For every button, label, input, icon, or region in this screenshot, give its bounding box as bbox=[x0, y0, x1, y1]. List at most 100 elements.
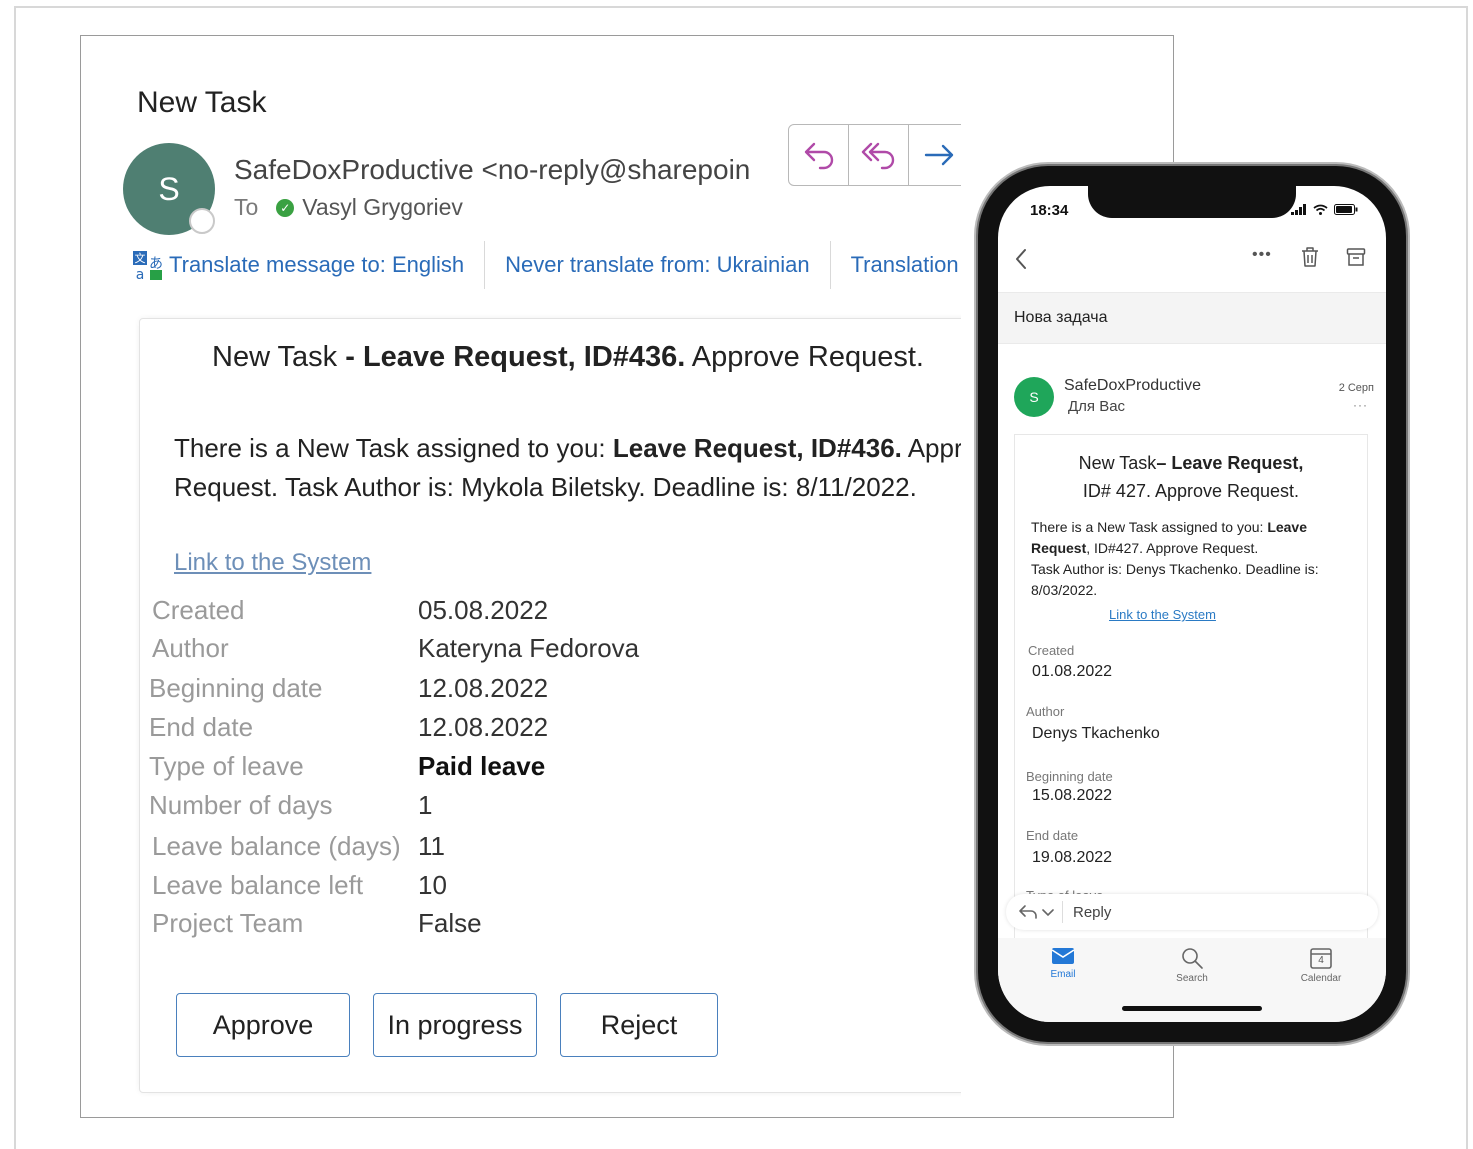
status-time: 18:34 bbox=[1030, 202, 1069, 219]
link-to-system[interactable]: Link to the System bbox=[174, 549, 371, 577]
calendar-day-number: 4 bbox=[1318, 955, 1324, 966]
detail-label: Leave balance left bbox=[152, 870, 364, 900]
status-icons bbox=[1291, 204, 1358, 215]
battery-icon bbox=[1334, 204, 1358, 215]
reply-all-button[interactable] bbox=[849, 125, 909, 185]
phone-body-bold-2: Request bbox=[1031, 540, 1087, 556]
home-indicator bbox=[1122, 1006, 1262, 1011]
reply-button[interactable] bbox=[789, 125, 849, 185]
title-plain: New Task bbox=[212, 341, 346, 373]
body-line-2: Request. Task Author is: Mykola Biletsky… bbox=[174, 472, 917, 502]
reply-all-icon bbox=[861, 142, 894, 170]
mail-icon bbox=[1051, 948, 1075, 964]
phone-sender-name[interactable]: SafeDoxProductive bbox=[1064, 377, 1201, 395]
email-subject: New Task bbox=[137, 86, 267, 119]
detail-value: 1 bbox=[418, 790, 433, 820]
phone-body-line-3: Task Author is: Denys Tkachenko. Deadlin… bbox=[1031, 561, 1319, 577]
detail-value: False bbox=[418, 908, 482, 938]
detail-label: Type of leave bbox=[149, 751, 304, 781]
detail-label: End date bbox=[149, 712, 254, 742]
detail-label: Leave balance (days) bbox=[152, 831, 401, 861]
phone-title-plain: New Task bbox=[1078, 453, 1157, 473]
never-translate-link[interactable]: Never translate from: Ukrainian bbox=[485, 241, 831, 289]
svg-text:文: 文 bbox=[135, 251, 146, 265]
phone-date: 2 Серп bbox=[1338, 382, 1374, 394]
reply-options[interactable] bbox=[1018, 901, 1063, 923]
phone-task-card: New Task– Leave Request, ID# 427. Approv… bbox=[1014, 434, 1368, 954]
detail-value: Paid leave bbox=[418, 751, 546, 781]
phone-field-label-beginning: Beginning date bbox=[1026, 769, 1113, 784]
tab-search[interactable]: Search bbox=[1147, 946, 1237, 984]
detail-label: Author bbox=[152, 633, 229, 663]
trash-icon[interactable] bbox=[1300, 246, 1320, 268]
sender-name[interactable]: SafeDoxProductive <no-reply@sharepoin bbox=[234, 154, 750, 186]
forward-button[interactable] bbox=[909, 125, 961, 185]
approve-button[interactable]: Approve bbox=[176, 993, 350, 1057]
phone-toolbar: ••• bbox=[998, 240, 1386, 280]
phone-subject: Нова задача bbox=[1014, 309, 1108, 326]
reject-button[interactable]: Reject bbox=[560, 993, 718, 1057]
translate-bar: 文 a あ Translate message to: English Neve… bbox=[121, 241, 961, 289]
wifi-icon bbox=[1313, 204, 1328, 215]
recipient-line: To ✓ Vasyl Grygoriev bbox=[234, 194, 463, 221]
detail-label: Number of days bbox=[149, 790, 333, 820]
phone-avatar-initial: S bbox=[1029, 389, 1039, 405]
recipient-name[interactable]: Vasyl Grygoriev bbox=[302, 194, 463, 221]
message-actions bbox=[788, 124, 961, 186]
phone-field-value-author: Denys Tkachenko bbox=[1032, 725, 1160, 742]
tab-search-label: Search bbox=[1176, 973, 1208, 984]
translate-message-link[interactable]: 文 a あ Translate message to: English bbox=[121, 241, 486, 289]
svg-text:a: a bbox=[136, 267, 145, 282]
detail-label: Created bbox=[152, 595, 245, 625]
phone-sender-avatar[interactable]: S bbox=[1014, 377, 1054, 417]
more-options-icon[interactable]: ••• bbox=[1252, 246, 1272, 264]
phone-reply-label: Reply bbox=[1073, 903, 1112, 921]
phone-message-more-icon[interactable]: ··· bbox=[1353, 398, 1368, 412]
archive-icon[interactable] bbox=[1346, 246, 1366, 268]
detail-label: Project Team bbox=[152, 908, 304, 938]
translation-preferences-link[interactable]: Translation bbox=[831, 241, 961, 289]
tab-email[interactable]: Email bbox=[1018, 946, 1108, 980]
avatar-initial: S bbox=[158, 170, 180, 207]
reply-icon bbox=[804, 142, 833, 170]
phone-title-bold: – Leave Request, bbox=[1156, 453, 1304, 473]
phone-body-line-2: Request, ID#427. Approve Request. bbox=[1031, 538, 1351, 559]
tab-calendar-label: Calendar bbox=[1300, 973, 1342, 984]
title-bold: - Leave Request, ID#436. bbox=[345, 341, 686, 373]
tab-email-label: Email bbox=[1050, 969, 1076, 980]
phone-subject-bar: Нова задача bbox=[998, 292, 1386, 344]
phone-body-bold-1: Leave bbox=[1267, 519, 1308, 535]
task-card-title: New Task - Leave Request, ID#436. Approv… bbox=[212, 341, 924, 374]
detail-value: Kateryna Fedorova bbox=[418, 633, 640, 663]
detail-label: Beginning date bbox=[149, 673, 323, 703]
tab-calendar[interactable]: 4 Calendar bbox=[1276, 946, 1366, 984]
chevron-down-icon bbox=[1042, 909, 1054, 917]
body-line-1: There is a New Task assigned to you: Lea… bbox=[174, 429, 961, 468]
calendar-icon: 4 bbox=[1309, 946, 1333, 970]
translate-message-label: Translate message to: English bbox=[169, 252, 465, 277]
detail-value: 12.08.2022 bbox=[418, 712, 549, 742]
in-progress-button[interactable]: In progress bbox=[373, 993, 537, 1057]
phone-title-line-2: ID# 427. Approve Request. bbox=[1082, 481, 1300, 501]
phone-field-value-end: 19.08.2022 bbox=[1032, 849, 1113, 866]
phone-link-to-system[interactable]: Link to the System bbox=[1109, 607, 1216, 622]
presence-status-icon bbox=[189, 208, 215, 234]
phone-card-title: New Task– Leave Request, ID# 427. Approv… bbox=[1015, 449, 1367, 505]
translate-icon: 文 a あ bbox=[133, 251, 163, 282]
detail-value: 12.08.2022 bbox=[418, 673, 549, 703]
detail-value: 11 bbox=[418, 831, 445, 861]
phone-reply-bar[interactable]: Reply bbox=[1006, 894, 1378, 930]
back-chevron-icon[interactable] bbox=[1014, 248, 1028, 270]
title-tail: Approve Request. bbox=[685, 341, 924, 373]
detail-value: 10 bbox=[418, 870, 447, 900]
to-label: To bbox=[234, 194, 259, 220]
body-bold: Leave Request, ID#436. bbox=[612, 433, 902, 463]
phone-field-label-end: End date bbox=[1026, 828, 1079, 843]
verified-check-icon: ✓ bbox=[276, 198, 295, 217]
phone-mockup: 18:34 ••• Нова задача S SafeDoxProductiv… bbox=[978, 166, 1406, 1042]
phone-screen: 18:34 ••• Нова задача S SafeDoxProductiv… bbox=[998, 186, 1386, 1022]
phone-field-label-author: Author bbox=[1026, 704, 1065, 719]
body-tail: Appr bbox=[901, 433, 961, 463]
phone-field-label-created: Created bbox=[1028, 643, 1075, 658]
desktop-email-viewport: New Task S SafeDoxProductive <no-reply@s… bbox=[81, 36, 961, 1117]
